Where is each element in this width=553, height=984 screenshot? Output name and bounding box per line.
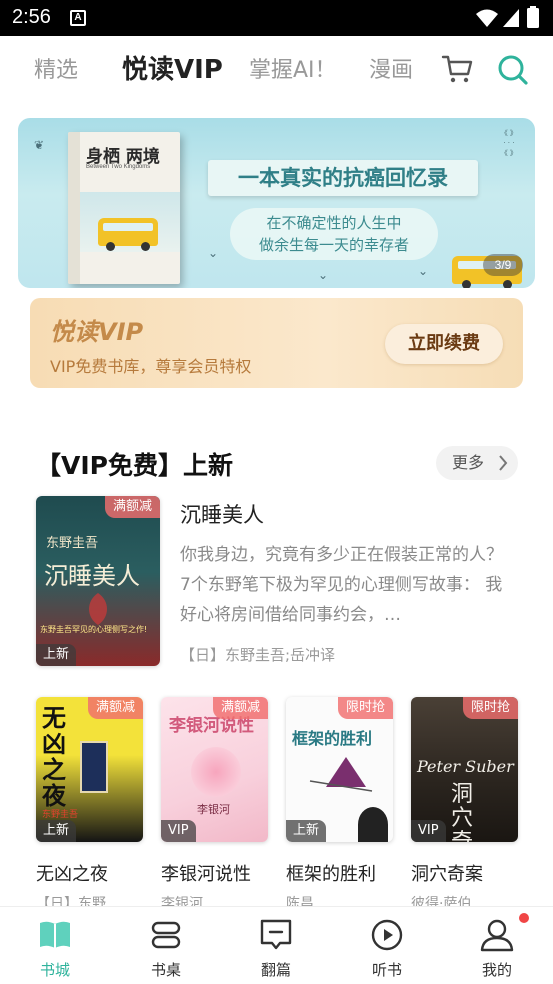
- nav-label: 翻篇: [260, 961, 291, 979]
- nav-label: 听书: [371, 961, 402, 979]
- bird-icon: ⌄: [318, 268, 329, 282]
- book-cover[interactable]: 无凶之夜 东野圭吾 满额减 上新: [36, 697, 143, 842]
- tab-label: 悦读VIP: [122, 55, 223, 85]
- tab-label: 掌握AI！: [249, 58, 337, 83]
- banner-book-subtitle: Between Two Kingdoms: [86, 164, 151, 170]
- promo-ribbon: 限时抢: [337, 697, 393, 719]
- wifi-icon: [476, 9, 498, 27]
- bird-icon: ⌄: [208, 246, 219, 260]
- message-icon: [260, 919, 292, 950]
- book-title[interactable]: 框架的胜利: [286, 860, 376, 886]
- book-cover[interactable]: 框架的胜利 限时抢 上新: [286, 697, 393, 842]
- bottom-nav-bar: 书城 书桌 翻篇 听书 我的: [0, 906, 553, 984]
- notification-badge: [519, 913, 529, 923]
- banner-book-cover: 身栖 两境 Between Two Kingdoms: [68, 132, 180, 284]
- promo-ribbon: 满额减: [87, 697, 143, 719]
- status-bar: 2:56 A: [0, 0, 553, 36]
- renew-button[interactable]: 立即续费: [385, 324, 503, 364]
- cover-author-text: 东野圭吾: [46, 536, 99, 551]
- banner-sub-line: 在不确定性的人生中: [266, 214, 402, 232]
- tab-comics[interactable]: 漫画: [369, 52, 413, 84]
- new-tag: 上新: [36, 644, 77, 666]
- vip-tag: VIP: [411, 820, 446, 842]
- search-icon[interactable]: [497, 54, 529, 86]
- nav-turn-page[interactable]: 翻篇: [236, 907, 316, 984]
- banner-headline: 一本真实的抗癌回忆录: [208, 160, 478, 196]
- battery-icon: [527, 6, 539, 28]
- nav-label: 我的: [481, 961, 512, 979]
- featured-book-description: 你我身边，究竟有多少正在假装正常的人？ 7个东野笔下极为罕见的心理侧写故事： 我…: [180, 545, 503, 625]
- tab-ai[interactable]: 掌握AI！: [249, 52, 337, 84]
- book-title[interactable]: 无凶之夜: [36, 860, 108, 886]
- nav-profile[interactable]: 我的: [457, 907, 537, 984]
- top-tab-bar: 精选 悦读VIP 掌握AI！ 漫画: [0, 36, 553, 106]
- bird-icon: ⌄: [418, 264, 429, 278]
- promo-banner[interactable]: ❦ ⌄ ⌄ ⌄ 身栖 两境 Between Two Kingdoms 一本真实的…: [18, 118, 535, 288]
- cover-art-icon: [89, 593, 107, 625]
- nav-bookstore[interactable]: 书城: [15, 907, 95, 984]
- new-tag: 上新: [36, 820, 77, 842]
- nav-label: 书城: [39, 961, 70, 979]
- cover-art-circle: [191, 747, 241, 797]
- book-spine: [68, 132, 80, 284]
- banner-logo-icon: ❦: [34, 138, 45, 152]
- nav-desk[interactable]: 书桌: [126, 907, 206, 984]
- featured-book-cover[interactable]: 东野圭吾 沉睡美人 东野圭吾罕见的心理侧写之作! 满额减 上新: [36, 496, 160, 666]
- chevron-right-icon: [498, 446, 508, 492]
- section-title: 【VIP免费】上新: [36, 451, 233, 480]
- cover-author-text: 李银河: [197, 803, 230, 816]
- book-open-icon: [40, 921, 70, 948]
- cover-author-text: 东野圭吾: [42, 810, 79, 820]
- bookshelf-icon: [151, 921, 181, 949]
- promo-ribbon: 满额减: [212, 697, 268, 719]
- cover-note-text: 东野圭吾罕见的心理侧写之作!: [40, 625, 148, 634]
- new-tag: 上新: [286, 820, 327, 842]
- book-cover[interactable]: Peter Suber 洞穴奇案 限时抢 VIP: [411, 697, 518, 842]
- cover-door-art: [80, 741, 108, 793]
- cover-author-photo: [358, 807, 388, 842]
- more-button[interactable]: 更多: [436, 446, 518, 480]
- van-illustration: [98, 218, 158, 251]
- featured-book-author: 【日】东野圭吾;岳冲译: [180, 646, 336, 664]
- vip-description: VIP免费书库，尊享会员特权: [50, 357, 252, 376]
- book-cover[interactable]: 李银河说性 李银河 满额减 VIP: [161, 697, 268, 842]
- promo-ribbon: 限时抢: [462, 697, 518, 719]
- tab-label: 漫画: [369, 58, 414, 83]
- nav-label: 书桌: [150, 961, 181, 979]
- cover-title-text: 无凶之夜: [42, 704, 66, 810]
- cover-pyramid-art: [309, 757, 373, 792]
- notification-a-icon: A: [70, 10, 86, 26]
- more-label: 更多: [452, 453, 485, 472]
- vip-tag: VIP: [161, 820, 196, 842]
- tab-featured[interactable]: 精选: [34, 52, 78, 84]
- cover-title-text: 洞穴奇案: [451, 782, 474, 843]
- banner-sub-line: 做余生每一天的幸存者: [258, 236, 409, 254]
- banner-corner-note: 《 》 · · · 《 》: [500, 129, 517, 157]
- promo-ribbon: 满额减: [104, 496, 160, 518]
- cover-title-text: 框架的胜利: [292, 729, 373, 748]
- user-icon: [480, 919, 514, 952]
- cart-icon[interactable]: [441, 54, 473, 84]
- banner-page-counter: 3/9: [483, 254, 523, 276]
- banner-subtitle: 在不确定性的人生中 做余生每一天的幸存者: [230, 208, 438, 260]
- nav-audiobook[interactable]: 听书: [347, 907, 427, 984]
- vip-membership-card[interactable]: 悦读VIP VIP免费书库，尊享会员特权 立即续费: [30, 298, 523, 388]
- play-circle-icon: [371, 919, 403, 951]
- cover-author-text: Peter Suber: [417, 757, 514, 776]
- cell-signal-icon: [503, 9, 519, 27]
- tab-label: 精选: [34, 58, 79, 83]
- featured-book-title[interactable]: 沉睡美人: [180, 499, 264, 529]
- cover-title-text: 沉睡美人: [44, 562, 140, 590]
- book-title[interactable]: 李银河说性: [161, 860, 251, 886]
- book-title[interactable]: 洞穴奇案: [411, 860, 483, 886]
- status-time: 2:56: [12, 6, 51, 28]
- vip-logo: 悦读VIP: [50, 318, 144, 346]
- tab-vip[interactable]: 悦读VIP: [116, 49, 229, 86]
